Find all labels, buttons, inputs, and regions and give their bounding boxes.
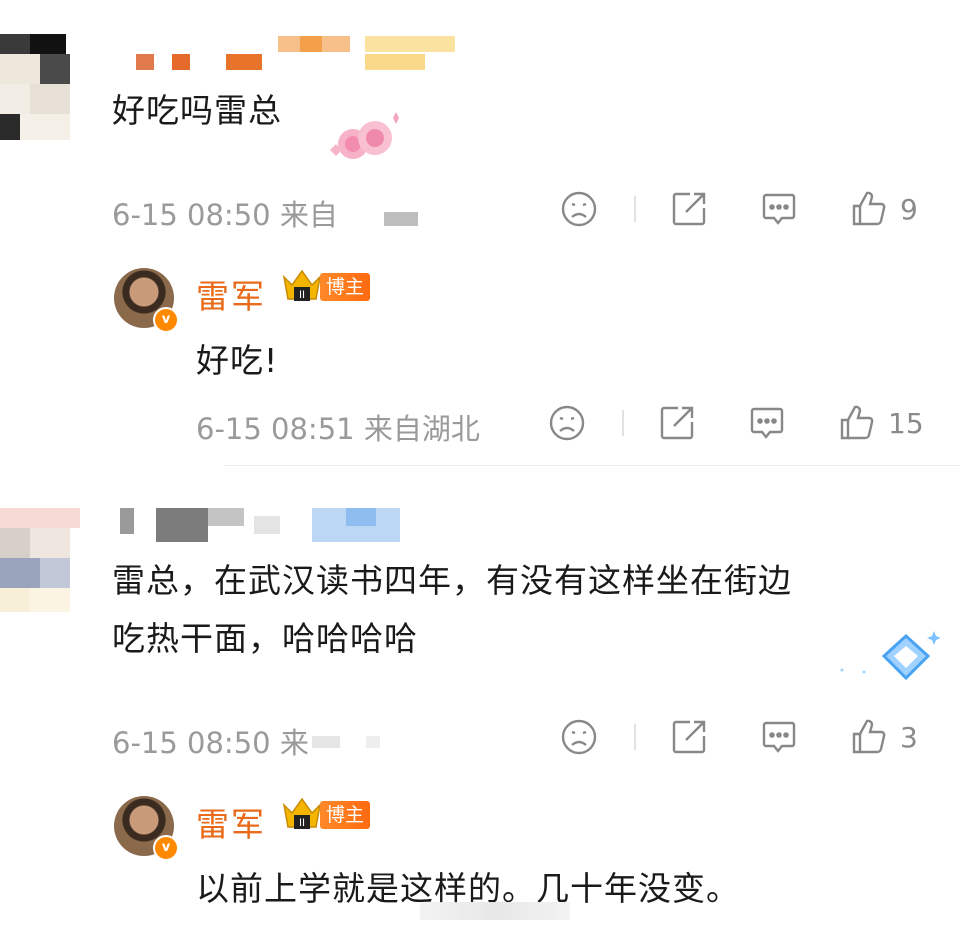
share-icon[interactable]: [658, 404, 696, 442]
like-count: 15: [888, 406, 924, 440]
like-count: 9: [900, 192, 918, 226]
verified-icon: v: [153, 835, 179, 861]
location-blurred: [366, 736, 380, 748]
avatar[interactable]: [0, 34, 84, 140]
crown-icon: II: [280, 267, 324, 307]
like-icon: [850, 718, 888, 756]
author-badge: II 博主: [280, 797, 371, 830]
dislike-icon[interactable]: [560, 190, 598, 228]
avatar[interactable]: [0, 508, 80, 612]
watermark-blurred: [420, 902, 570, 920]
location-blurred: [384, 212, 418, 226]
comment-text: 雷总，在武汉读书四年，有没有这样坐在街边 吃热干面，哈哈哈哈: [112, 561, 792, 658]
verified-icon: v: [153, 307, 179, 333]
action-divider: [622, 410, 624, 436]
comment-text: 好吃吗雷总: [112, 91, 282, 130]
comment-divider: [224, 465, 960, 466]
like-icon: [838, 404, 876, 442]
action-divider: [634, 724, 636, 750]
like-button[interactable]: 3: [850, 718, 918, 756]
comment-icon[interactable]: [760, 718, 798, 756]
like-icon: [850, 190, 888, 228]
dislike-icon[interactable]: [548, 404, 586, 442]
location-blurred: [312, 736, 340, 748]
comment-icon[interactable]: [748, 404, 786, 442]
crown-icon: II: [280, 795, 324, 835]
svg-text:II: II: [299, 817, 305, 829]
comment-time: 6-15 08:50 来自: [112, 198, 338, 232]
rose-sticker-icon: [325, 110, 405, 170]
share-icon[interactable]: [670, 718, 708, 756]
share-icon[interactable]: [670, 190, 708, 228]
reply-username[interactable]: 雷军: [196, 270, 266, 318]
comment-icon[interactable]: [760, 190, 798, 228]
comment-time: 6-15 08:50 来: [112, 726, 309, 760]
like-count: 3: [900, 720, 918, 754]
reply-username[interactable]: 雷军: [196, 798, 266, 846]
reply-time: 6-15 08:51 来自湖北: [196, 412, 480, 446]
action-divider: [634, 196, 636, 222]
like-button[interactable]: 9: [850, 190, 918, 228]
author-badge: II 博主: [280, 269, 371, 302]
reply-text: 好吃!: [196, 341, 279, 380]
svg-text:II: II: [299, 289, 305, 301]
diamond-sticker-icon: [836, 630, 941, 686]
dislike-icon[interactable]: [560, 718, 598, 756]
like-button[interactable]: 15: [838, 404, 924, 442]
